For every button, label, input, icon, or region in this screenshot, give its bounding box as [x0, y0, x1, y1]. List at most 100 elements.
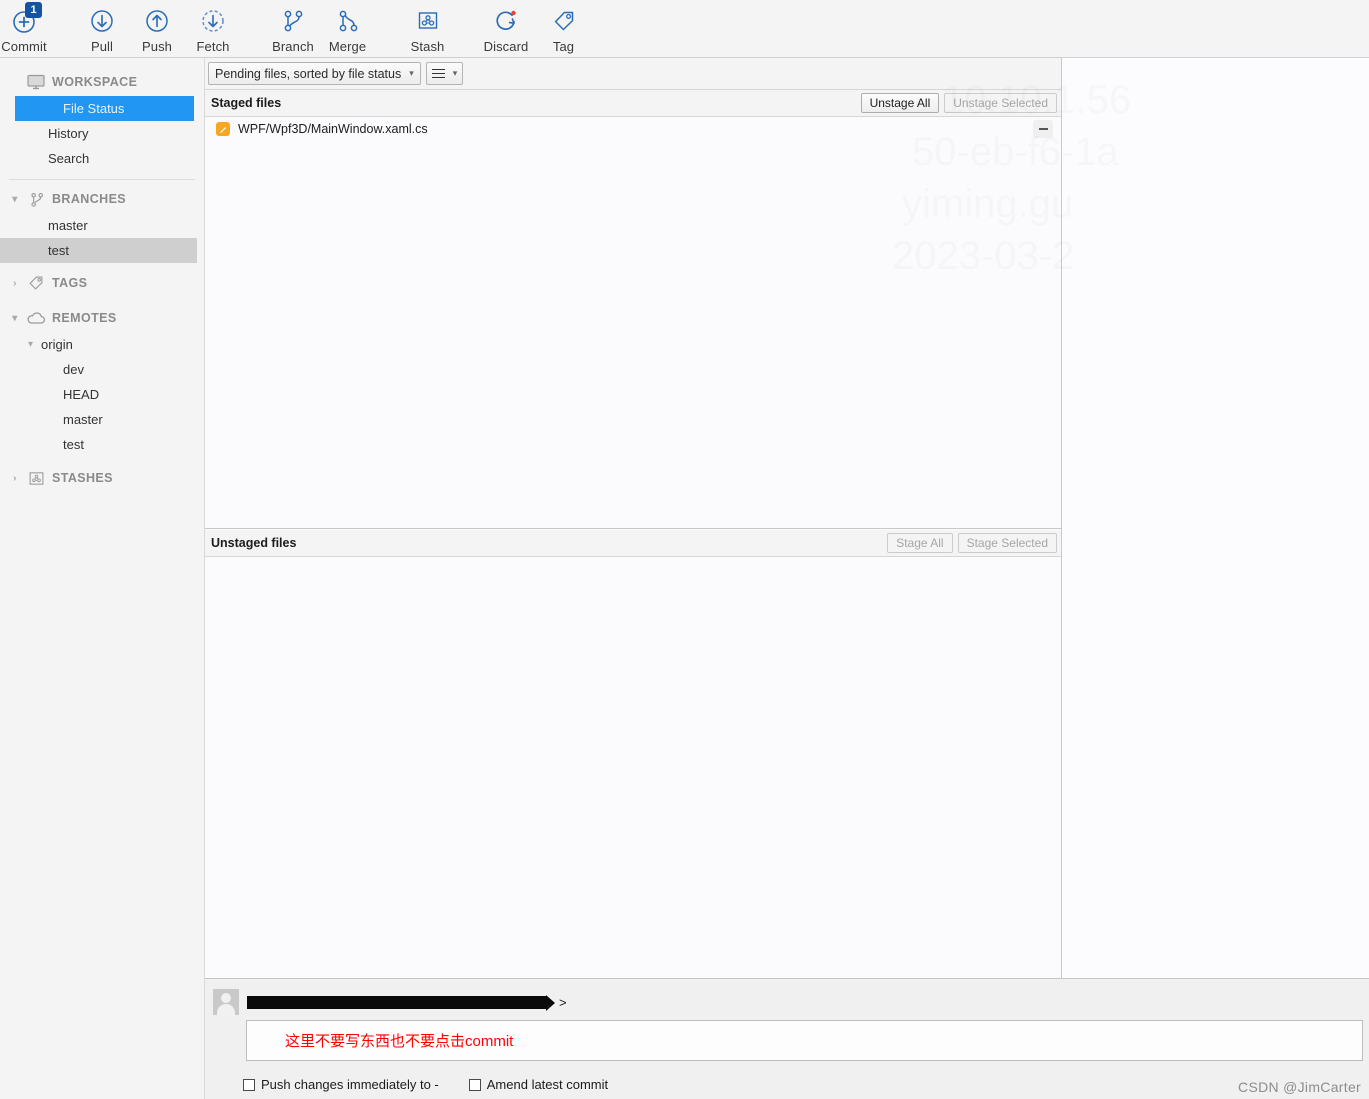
toolbar-button-push[interactable]: Push — [133, 0, 181, 58]
commit-author-row[interactable]: > — [213, 987, 1113, 1017]
toolbar-label-tag: Tag — [552, 39, 575, 54]
discard-revert-icon — [492, 6, 520, 36]
toolbar-button-commit[interactable]: 1 Commit — [0, 0, 48, 58]
chevron-down-icon[interactable]: ▾ — [28, 339, 33, 350]
sidebar-item-label: master — [63, 412, 103, 427]
sidebar-item-label: origin — [41, 337, 73, 352]
toolbar-button-fetch[interactable]: Fetch — [188, 0, 238, 58]
amend-latest-commit-checkbox[interactable]: Amend latest commit — [468, 1077, 609, 1092]
cloud-icon — [24, 311, 48, 325]
sidebar-item-label: HEAD — [63, 387, 100, 402]
unstaged-files-title: Unstaged files — [211, 536, 297, 550]
toolbar-button-pull[interactable]: Pull — [78, 0, 126, 58]
watermark: CSDN @JimCarter — [1238, 1079, 1361, 1095]
sidebar-remote-branch-test[interactable]: test — [0, 432, 204, 457]
main-toolbar: 1 Commit Pull Push Fetch Branch Merge St… — [0, 0, 1369, 58]
sidebar-section-label-workspace: WORKSPACE — [52, 75, 138, 89]
sidebar-item-label: Search — [48, 151, 90, 166]
sidebar-branch-master[interactable]: master — [0, 213, 204, 238]
sidebar-item-label: test — [63, 437, 84, 452]
branch-icon — [24, 191, 48, 208]
toolbar-button-discard[interactable]: Discard — [476, 0, 536, 58]
sidebar-section-label-tags: TAGS — [52, 276, 88, 290]
toolbar-button-branch[interactable]: Branch — [266, 0, 320, 58]
staged-files-header: Staged files Unstage All Unstage Selecte… — [205, 90, 1061, 117]
staged-file-path: WPF/Wpf3D/MainWindow.xaml.cs — [238, 122, 428, 136]
checkbox-box — [243, 1078, 255, 1091]
sidebar-remote-branch-dev[interactable]: dev — [0, 357, 204, 382]
sidebar-section-label-stashes: STASHES — [52, 471, 113, 485]
sidebar-item-label: master — [48, 218, 88, 233]
stash-box-icon — [415, 6, 441, 36]
toolbar-label-push: Push — [141, 39, 173, 54]
sidebar-branch-test[interactable]: test — [0, 238, 197, 263]
unstage-selected-button: Unstage Selected — [944, 93, 1057, 113]
stash-box-icon — [24, 470, 48, 487]
toolbar-button-tag[interactable]: Tag — [545, 0, 582, 58]
sidebar-section-label-branches: BRANCHES — [52, 192, 127, 206]
file-status-panel: Pending files, sorted by file status ▾ ▾… — [205, 58, 1061, 1099]
push-changes-immediately-checkbox[interactable]: Push changes immediately to - — [243, 1077, 439, 1092]
commit-message-note: 这里不要写东西也不要点击commit — [285, 1033, 514, 1050]
pull-down-arrow-icon — [89, 6, 115, 36]
view-mode-dropdown[interactable]: ▾ — [425, 62, 464, 85]
commit-count-badge: 1 — [25, 2, 42, 18]
tag-icon — [24, 274, 48, 292]
sidebar-item-search[interactable]: Search — [0, 146, 204, 171]
sidebar-remote-branch-head[interactable]: HEAD — [0, 382, 204, 407]
toolbar-label-discard: Discard — [483, 39, 529, 54]
staged-files-list[interactable]: WPF/Wpf3D/MainWindow.xaml.cs — [205, 117, 1061, 529]
chevron-right-icon[interactable]: › — [8, 278, 22, 289]
avatar-head — [221, 993, 231, 1003]
list-view-icon — [431, 66, 445, 80]
merge-icon — [334, 6, 362, 36]
toolbar-label-branch: Branch — [272, 39, 314, 54]
sidebar-section-label-remotes: REMOTES — [52, 311, 117, 325]
sidebar-item-label: History — [48, 126, 89, 141]
unstaged-files-list[interactable] — [205, 557, 1061, 978]
sidebar-section-branches[interactable]: ▾ BRANCHES — [0, 185, 204, 213]
pending-files-filter-dropdown[interactable]: Pending files, sorted by file status ▾ — [208, 62, 421, 85]
branch-icon — [279, 6, 307, 36]
sidebar-remote-origin[interactable]: ▾ origin — [0, 332, 204, 357]
chevron-right-icon[interactable]: › — [8, 473, 22, 484]
toolbar-label-stash: Stash — [410, 39, 445, 54]
chevron-down-icon: ▾ — [409, 68, 414, 78]
tag-icon — [551, 6, 577, 36]
sidebar-divider — [9, 179, 195, 180]
diff-preview-panel: 10.10.1.56 50-eb-f6-1a yiming.gu 2023-03… — [1061, 58, 1369, 978]
toolbar-label-merge: Merge — [328, 39, 367, 54]
chevron-down-icon[interactable]: ▾ — [8, 313, 22, 324]
staged-file-row[interactable]: WPF/Wpf3D/MainWindow.xaml.cs — [205, 117, 1061, 141]
sidebar-item-history[interactable]: History — [0, 121, 204, 146]
toolbar-label-pull: Pull — [90, 39, 114, 54]
toolbar-button-stash[interactable]: Stash — [401, 0, 454, 58]
unstaged-files-header: Unstaged files Stage All Stage Selected — [205, 530, 1061, 557]
sidebar-remote-branch-master[interactable]: master — [0, 407, 204, 432]
staged-files-title: Staged files — [211, 96, 282, 110]
unstage-all-button[interactable]: Unstage All — [860, 93, 940, 113]
toolbar-label-commit: Commit — [1, 39, 47, 54]
sidebar-item-label: dev — [63, 362, 84, 377]
avatar — [213, 989, 239, 1015]
minus-icon — [1038, 128, 1048, 130]
push-changes-immediately-label: Push changes immediately to - — [261, 1077, 439, 1092]
chevron-down-icon: ▾ — [452, 68, 458, 78]
toolbar-label-fetch: Fetch — [196, 39, 230, 54]
chevron-down-icon[interactable]: ▾ — [8, 194, 22, 205]
sidebar-item-label: File Status — [63, 101, 125, 116]
amend-latest-commit-label: Amend latest commit — [486, 1077, 609, 1092]
sidebar-section-stashes[interactable]: › STASHES — [0, 464, 204, 492]
unstage-file-button[interactable] — [1033, 120, 1053, 138]
redacted-author-identity — [247, 994, 555, 1011]
commit-message-input[interactable]: 这里不要写东西也不要点击commit — [246, 1020, 1363, 1061]
commit-options-row: Push changes immediately to - Amend late… — [243, 1077, 608, 1092]
sidebar-section-workspace[interactable]: WORKSPACE — [0, 68, 204, 96]
sidebar-section-remotes[interactable]: ▾ REMOTES — [0, 304, 204, 332]
toolbar-button-merge[interactable]: Merge — [321, 0, 374, 58]
sidebar-item-file-status[interactable]: File Status — [15, 96, 194, 121]
file-status-control-bar: Pending files, sorted by file status ▾ ▾ — [205, 58, 1061, 90]
push-up-arrow-icon — [144, 6, 170, 36]
sidebar-section-tags[interactable]: › TAGS — [0, 269, 204, 297]
author-angle-bracket: > — [559, 994, 567, 1010]
